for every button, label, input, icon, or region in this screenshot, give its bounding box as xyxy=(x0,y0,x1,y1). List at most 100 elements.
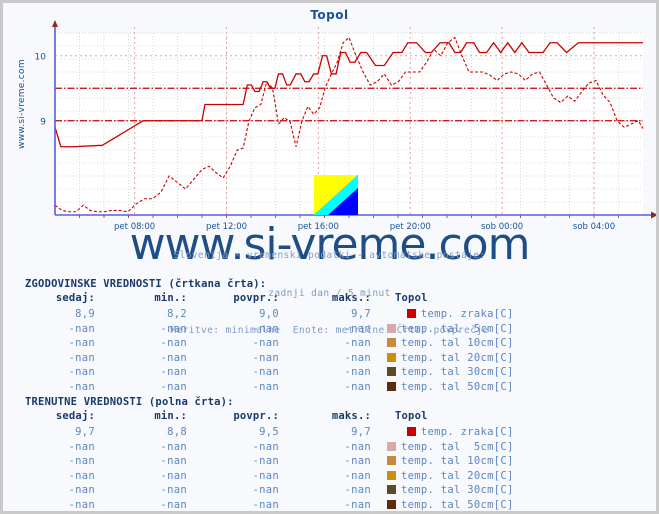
legend-color-swatch xyxy=(406,427,416,436)
legend-entry: temp. zraka[C] xyxy=(371,307,514,322)
current-values-block: TRENUTNE VREDNOSTI (polna črta): sedaj: … xyxy=(3,395,656,512)
legend-color-swatch xyxy=(387,485,396,494)
cell-sedaj: -nan xyxy=(68,455,95,467)
cell-sedaj: -nan xyxy=(68,351,95,364)
legend-label: temp. zraka[C] xyxy=(420,426,514,438)
cell-min: -nan xyxy=(160,455,187,467)
table-row: -nan -nan -nan -nan temp. tal 5cm[C] xyxy=(13,322,514,337)
legend-entry: temp. tal 50cm[C] xyxy=(371,498,514,513)
header-maks: maks.: xyxy=(331,292,371,304)
cell-povpr: 9,5 xyxy=(259,426,279,438)
table-row: -nan -nan -nan -nan temp. tal 30cm[C] xyxy=(13,483,514,498)
historical-values-table: sedaj: min.: povpr.: maks.: Topol 8,9 8,2… xyxy=(13,291,514,394)
si-vreme-flag-logo xyxy=(314,175,358,215)
cell-min: -nan xyxy=(160,351,187,364)
table-row: -nan -nan -nan -nan temp. tal 5cm[C] xyxy=(13,440,514,455)
x-axis-arrow xyxy=(651,211,656,219)
y-axis-arrow xyxy=(52,20,58,27)
legend-color-swatch xyxy=(406,309,416,318)
header-station: Topol xyxy=(395,410,428,422)
cell-maks: -nan xyxy=(344,351,371,364)
current-rows: 9,7 8,8 9,5 9,7 temp. zraka[C] -nan -nan -nan -n… xyxy=(13,425,514,512)
legend-label: temp. tal 30cm[C] xyxy=(401,366,514,378)
current-values-title: TRENUTNE VREDNOSTI (polna črta): xyxy=(25,396,234,408)
cell-min: -nan xyxy=(160,322,187,335)
legend-label: temp. tal 50cm[C] xyxy=(401,380,514,393)
cell-maks: -nan xyxy=(344,484,371,496)
cell-sedaj: -nan xyxy=(68,337,95,349)
legend-label: temp. tal 20cm[C] xyxy=(401,351,514,364)
historical-rows: 8,9 8,2 9,0 9,7 temp. zraka[C] -nan -nan -nan -n… xyxy=(13,307,514,394)
cell-povpr: -nan xyxy=(252,469,279,482)
cell-min: -nan xyxy=(160,337,187,349)
table-row: -nan -nan -nan -nan temp. tal 10cm[C] xyxy=(13,454,514,469)
current-values-table: sedaj: min.: povpr.: maks.: Topol 9,7 8,8… xyxy=(13,409,514,512)
legend-color-swatch xyxy=(387,367,396,376)
cell-maks: 9,7 xyxy=(351,426,371,438)
table-row: 8,9 8,2 9,0 9,7 temp. zraka[C] xyxy=(13,307,514,322)
caption-line-1: Slovenija - vremenski podatki - avtomats… xyxy=(173,250,486,261)
table-row: -nan -nan -nan -nan temp. tal 10cm[C] xyxy=(13,336,514,351)
cell-maks: -nan xyxy=(344,322,371,335)
historical-values-title: ZGODOVINSKE VREDNOSTI (črtkana črta): xyxy=(25,278,267,290)
legend-entry: temp. tal 5cm[C] xyxy=(371,440,514,455)
table-header-row: sedaj: min.: povpr.: maks.: Topol xyxy=(13,291,514,307)
header-min: min.: xyxy=(154,410,187,422)
legend-label: temp. tal 5cm[C] xyxy=(401,440,514,453)
cell-min: -nan xyxy=(160,484,187,496)
legend-entry: temp. tal 20cm[C] xyxy=(371,469,514,484)
cell-povpr: -nan xyxy=(252,380,279,393)
legend-label: temp. tal 10cm[C] xyxy=(401,337,514,349)
header-sedaj: sedaj: xyxy=(55,292,95,304)
cell-maks: -nan xyxy=(344,498,371,511)
cell-min: -nan xyxy=(160,366,187,378)
cell-povpr: -nan xyxy=(252,322,279,335)
header-maks: maks.: xyxy=(331,410,371,422)
legend-entry: temp. zraka[C] xyxy=(371,425,514,440)
cell-min: -nan xyxy=(160,469,187,482)
cell-sedaj: -nan xyxy=(68,440,95,453)
y-tick-label: 10 xyxy=(35,52,47,62)
cell-sedaj: -nan xyxy=(68,484,95,496)
y-tick-label: 9 xyxy=(40,117,46,127)
table-row: -nan -nan -nan -nan temp. tal 50cm[C] xyxy=(13,380,514,395)
table-row: -nan -nan -nan -nan temp. tal 20cm[C] xyxy=(13,469,514,484)
legend-entry: temp. tal 5cm[C] xyxy=(371,322,514,337)
cell-povpr: -nan xyxy=(252,440,279,453)
cell-min: -nan xyxy=(160,380,187,393)
cell-povpr: -nan xyxy=(252,366,279,378)
table-row: 9,7 8,8 9,5 9,7 temp. zraka[C] xyxy=(13,425,514,440)
cell-maks: -nan xyxy=(344,337,371,349)
legend-color-swatch xyxy=(387,381,396,391)
cell-sedaj: -nan xyxy=(68,366,95,378)
cell-maks: -nan xyxy=(344,455,371,467)
historical-values-block: ZGODOVINSKE VREDNOSTI (črtkana črta): se… xyxy=(3,277,656,394)
chart-region: Topol www.si-vreme.com 9 10 pet 08:00 pet 1… xyxy=(3,3,656,336)
cell-sedaj: -nan xyxy=(68,380,95,393)
cell-povpr: -nan xyxy=(252,351,279,364)
legend-entry: temp. tal 10cm[C] xyxy=(371,454,514,469)
cell-povpr: -nan xyxy=(252,455,279,467)
table-row: -nan -nan -nan -nan temp. tal 20cm[C] xyxy=(13,351,514,366)
legend-color-swatch xyxy=(387,456,396,465)
header-povpr: povpr.: xyxy=(233,292,279,304)
legend-label: temp. tal 50cm[C] xyxy=(401,498,514,511)
legend-entry: temp. tal 30cm[C] xyxy=(371,483,514,498)
legend-color-swatch xyxy=(387,352,396,362)
cell-min: -nan xyxy=(160,440,187,453)
legend-label: temp. tal 10cm[C] xyxy=(401,455,514,467)
legend-color-swatch xyxy=(387,470,396,480)
table-row: -nan -nan -nan -nan temp. tal 50cm[C] xyxy=(13,498,514,513)
legend-color-swatch xyxy=(387,338,396,347)
legend-entry: temp. tal 30cm[C] xyxy=(371,365,514,380)
cell-sedaj: -nan xyxy=(68,322,95,335)
cell-min: 8,2 xyxy=(167,308,187,320)
header-povpr: povpr.: xyxy=(233,410,279,422)
header-station: Topol xyxy=(395,292,428,304)
cell-maks: -nan xyxy=(344,380,371,393)
legend-entry: temp. tal 50cm[C] xyxy=(371,380,514,395)
cell-povpr: 9,0 xyxy=(259,308,279,320)
cell-sedaj: 8,9 xyxy=(75,308,95,320)
legend-entry: temp. tal 20cm[C] xyxy=(371,351,514,366)
header-min: min.: xyxy=(154,292,187,304)
